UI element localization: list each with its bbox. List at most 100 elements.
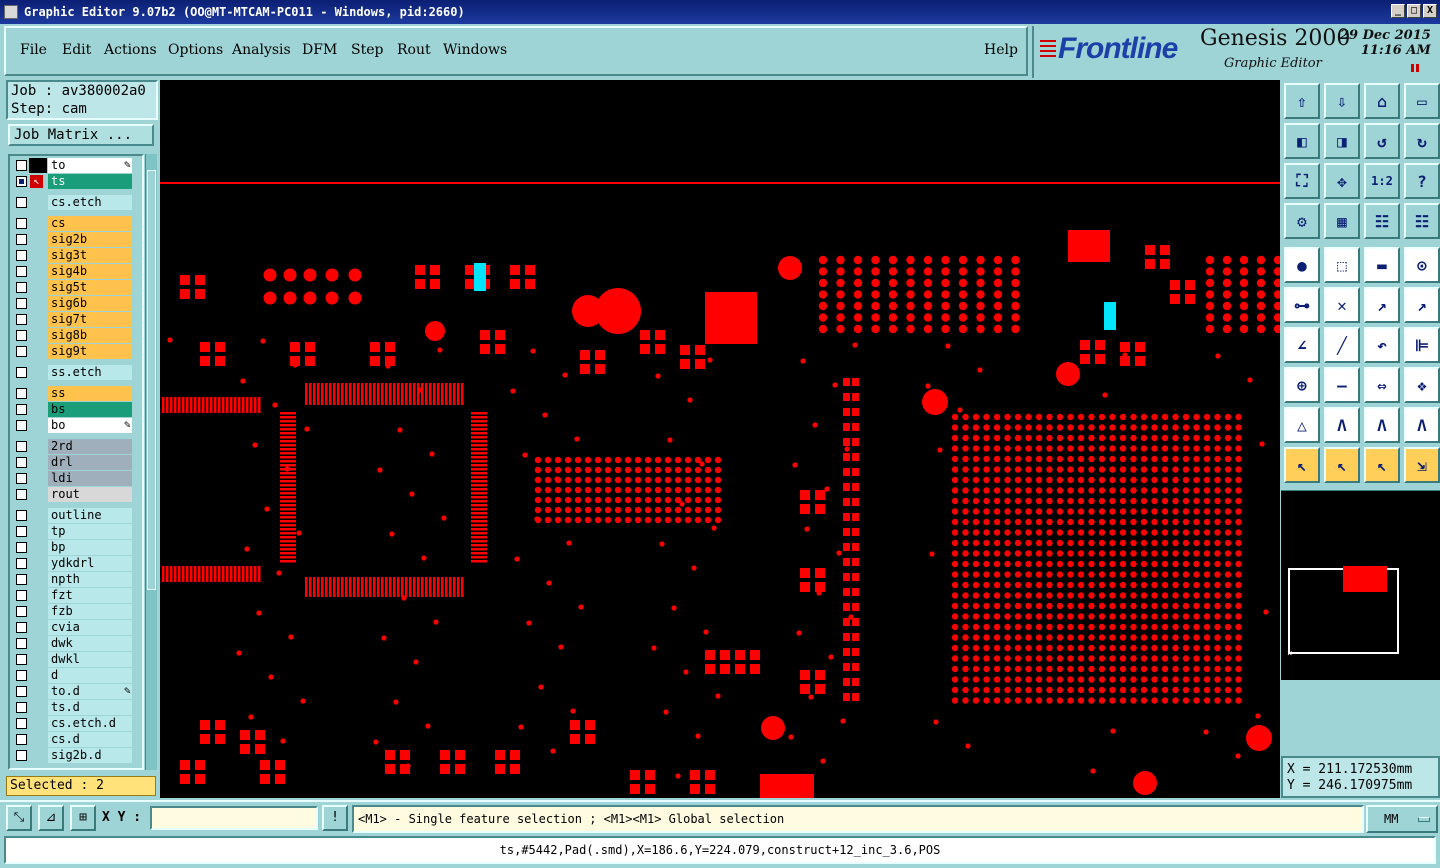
pcb-via[interactable]	[976, 301, 985, 311]
pcb-via[interactable]	[1056, 487, 1064, 494]
pcb-via[interactable]	[594, 496, 602, 504]
pcb-via[interactable]	[1088, 602, 1095, 610]
pcb-pad[interactable]	[361, 577, 364, 597]
pcb-via[interactable]	[614, 506, 622, 514]
pcb-via[interactable]	[574, 486, 582, 494]
pcb-via[interactable]	[1140, 686, 1148, 694]
pcb-via[interactable]	[941, 267, 950, 276]
pcb-via[interactable]	[1088, 518, 1095, 526]
pcb-pad[interactable]	[471, 508, 487, 511]
layer-checkbox[interactable]	[16, 298, 27, 309]
pcb-pad[interactable]	[280, 452, 296, 455]
pcb-via[interactable]	[1130, 455, 1137, 463]
pcb-pad[interactable]	[206, 397, 209, 413]
pcb-via[interactable]	[1014, 539, 1022, 547]
pcb-via[interactable]	[1239, 313, 1249, 322]
pcb-pad[interactable]	[580, 364, 590, 374]
pcb-via[interactable]	[1193, 655, 1200, 662]
pcb-via[interactable]	[1182, 634, 1190, 641]
pcb-via[interactable]	[634, 496, 642, 504]
pcb-pad[interactable]	[471, 496, 487, 499]
pcb-via[interactable]	[1056, 613, 1064, 620]
pcb-via[interactable]	[993, 697, 1001, 704]
pcb-via[interactable]	[976, 267, 985, 276]
pcb-via[interactable]	[684, 476, 692, 484]
pcb-via[interactable]	[1193, 445, 1200, 452]
pcb-via[interactable]	[694, 496, 702, 504]
pcb-via[interactable]	[1214, 424, 1221, 431]
layer-checkbox[interactable]	[16, 176, 27, 187]
pcb-via[interactable]	[441, 515, 447, 521]
pcb-via[interactable]	[1046, 424, 1053, 431]
fit-icon[interactable]: ⛶	[1284, 163, 1320, 199]
pcb-via[interactable]	[1004, 413, 1011, 421]
pcb-via[interactable]	[1046, 581, 1053, 589]
pcb-pad[interactable]	[413, 577, 416, 597]
pcb-via[interactable]	[1239, 267, 1249, 276]
pcb-via[interactable]	[972, 592, 980, 599]
pcb-via[interactable]	[276, 570, 282, 576]
layer-row-ts[interactable]: ↖ ts	[12, 174, 142, 189]
pcb-via[interactable]	[1025, 665, 1032, 673]
pcb-pad[interactable]	[440, 750, 450, 760]
pcb-via[interactable]	[824, 486, 830, 492]
pcb-pad[interactable]	[471, 476, 487, 479]
pcb-via[interactable]	[1119, 602, 1127, 610]
pcb-via[interactable]	[1025, 518, 1032, 526]
pcb-via[interactable]	[853, 255, 863, 265]
pcb-via[interactable]	[574, 516, 582, 524]
pcb-via[interactable]	[929, 551, 935, 557]
pcb-pad[interactable]	[170, 566, 173, 582]
pcb-via[interactable]	[778, 256, 802, 280]
pcb-via[interactable]	[951, 686, 959, 694]
pcb-via[interactable]	[972, 529, 980, 536]
pcb-via[interactable]	[1161, 581, 1169, 589]
text-icon[interactable]: ⊫	[1404, 327, 1440, 363]
pcb-via[interactable]	[1004, 466, 1011, 473]
pcb-pad[interactable]	[357, 577, 360, 597]
pcb-pad[interactable]	[370, 342, 380, 352]
pcb-via[interactable]	[1077, 529, 1085, 536]
pcb-via[interactable]	[972, 455, 980, 463]
pcb-pad[interactable]	[401, 577, 404, 597]
pcb-pad[interactable]	[843, 453, 850, 461]
pcb-pad[interactable]	[471, 540, 487, 543]
pcb-via[interactable]	[714, 466, 722, 474]
pcb-via[interactable]	[1151, 434, 1158, 442]
pcb-via[interactable]	[1214, 539, 1221, 547]
pcb-via[interactable]	[684, 486, 692, 494]
pcb-via[interactable]	[1025, 592, 1032, 599]
pcb-via[interactable]	[614, 486, 622, 494]
pcb-via[interactable]	[1088, 434, 1095, 442]
pcb-via[interactable]	[1151, 686, 1158, 694]
pcb-via[interactable]	[1109, 602, 1116, 610]
pcb-pad[interactable]	[214, 397, 217, 413]
pcb-via[interactable]	[1151, 665, 1158, 673]
add-icon[interactable]: ⊕	[1284, 367, 1320, 403]
pcb-pad[interactable]	[280, 512, 296, 515]
pcb-via[interactable]	[1109, 508, 1116, 515]
pcb-via[interactable]	[1056, 602, 1064, 610]
pcb-via[interactable]	[993, 324, 1003, 334]
pcb-via[interactable]	[1203, 613, 1211, 620]
pcb-via[interactable]	[288, 634, 294, 640]
pcb-via[interactable]	[644, 506, 652, 514]
pcb-via[interactable]	[941, 301, 950, 311]
pcb-via[interactable]	[1151, 581, 1158, 589]
pcb-via[interactable]	[1161, 686, 1169, 694]
pcb-via[interactable]	[554, 486, 562, 494]
pcb-pad[interactable]	[695, 345, 705, 355]
pcb-via[interactable]	[993, 592, 1001, 599]
pcb-via[interactable]	[1025, 476, 1032, 484]
pcb-via[interactable]	[1224, 560, 1232, 568]
pcb-via[interactable]	[993, 278, 1003, 288]
pcb-via[interactable]	[993, 301, 1003, 311]
pcb-via[interactable]	[951, 413, 959, 421]
pcb-via[interactable]	[972, 644, 980, 652]
pcb-via[interactable]	[965, 743, 971, 749]
pcb-via[interactable]	[983, 508, 990, 515]
net-icon[interactable]: ⊶	[1284, 287, 1320, 323]
pcb-via[interactable]	[1004, 434, 1011, 442]
pcb-pad[interactable]	[321, 383, 324, 405]
pcb-via[interactable]	[1067, 634, 1074, 641]
